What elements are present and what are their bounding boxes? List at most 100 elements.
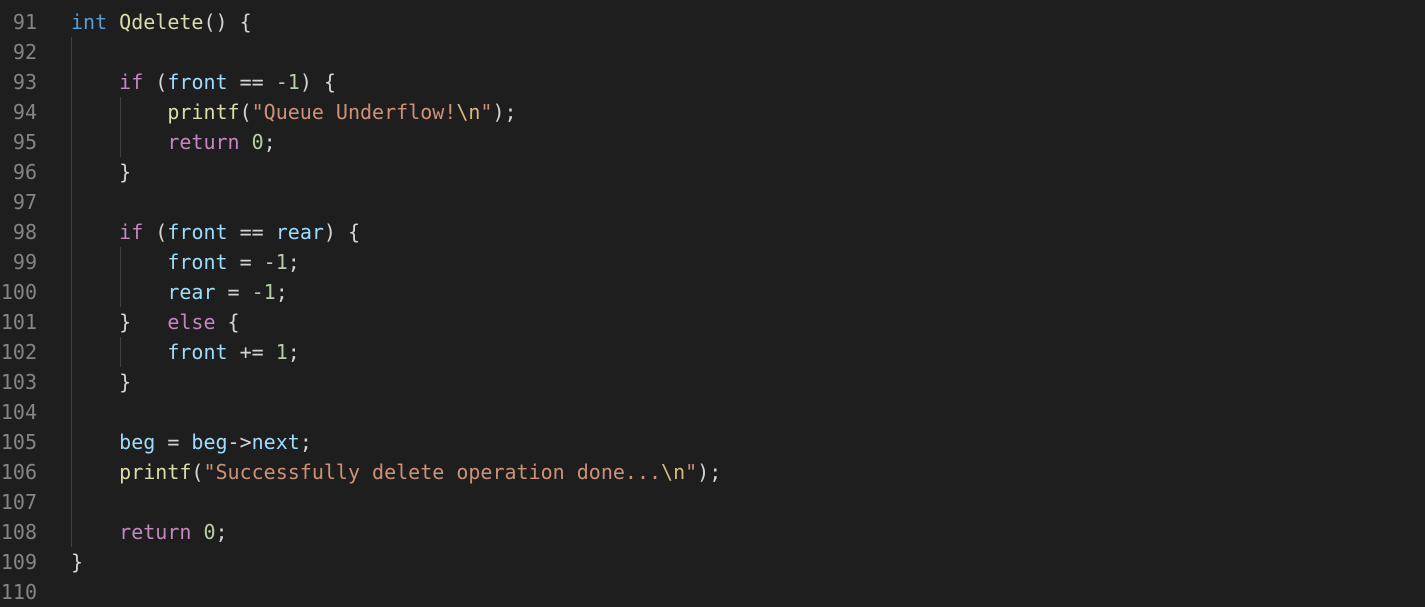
code-line[interactable]: 93 if (front == -1) { [0, 67, 1425, 97]
line-number: 93 [12, 70, 37, 94]
line-number: 92 [12, 40, 37, 64]
code-token: front [167, 220, 228, 244]
code-text: } else { [71, 307, 240, 337]
code-line[interactable]: 100 rear = -1; [0, 277, 1425, 307]
code-line[interactable]: 104 [0, 397, 1425, 427]
line-number: 103 [0, 370, 37, 394]
code-token: () { [203, 10, 252, 34]
code-token: } [119, 370, 132, 394]
code-line[interactable]: 110 [0, 577, 1425, 607]
line-number: 109 [0, 550, 37, 574]
line-number: 100 [0, 280, 37, 304]
code-token: ( [143, 70, 168, 94]
code-token: ; [287, 250, 300, 274]
code-text: printf("Queue Underflow!\n"); [71, 97, 516, 127]
code-token: ) { [323, 220, 361, 244]
line-number: 104 [0, 400, 37, 424]
code-token: { [215, 310, 240, 334]
code-line[interactable]: 91 int Qdelete() { [0, 7, 1425, 37]
code-token: ; [263, 130, 276, 154]
code-token: = [215, 280, 252, 304]
code-token: ; [275, 280, 288, 304]
code-token: ; [287, 340, 300, 364]
code-text: int Qdelete() { [71, 7, 252, 37]
code-token: int [71, 10, 108, 34]
code-token: ; [299, 430, 312, 454]
code-token: } [71, 550, 84, 574]
code-token: -> [227, 430, 252, 454]
code-line[interactable]: 102 front += 1; [0, 337, 1425, 367]
code-token: 0 [251, 130, 264, 154]
code-token: \n [661, 460, 686, 484]
code-token: " [685, 460, 698, 484]
line-number: 107 [0, 490, 37, 514]
code-token: return [119, 520, 192, 544]
code-line[interactable]: 106 printf("Successfully delete operatio… [0, 457, 1425, 487]
line-number: 106 [0, 460, 37, 484]
code-token: rear [167, 280, 216, 304]
line-number: 102 [0, 340, 37, 364]
code-token: ; [215, 520, 228, 544]
code-line[interactable]: 101 } else { [0, 307, 1425, 337]
code-text: printf("Successfully delete operation do… [71, 457, 721, 487]
line-number: 101 [0, 310, 37, 334]
code-token: "Successfully delete operation done... [203, 460, 662, 484]
line-number: 99 [12, 250, 37, 274]
code-token: ( [191, 460, 204, 484]
code-line[interactable]: 109} [0, 547, 1425, 577]
code-line[interactable]: 96 } [0, 157, 1425, 187]
code-token: front [167, 340, 228, 364]
code-text: front = -1; [71, 247, 300, 277]
code-line[interactable]: 108 return 0; [0, 517, 1425, 547]
code-token: return [167, 130, 240, 154]
code-token: if [119, 70, 144, 94]
line-number: 97 [12, 190, 37, 214]
line-number: 108 [0, 520, 37, 544]
code-token: beg [191, 430, 228, 454]
code-text: return 0; [71, 127, 276, 157]
code-token: "Queue Underflow! [251, 100, 457, 124]
code-line[interactable]: 107 [0, 487, 1425, 517]
indent-guide [71, 37, 72, 67]
code-line[interactable]: 97 [0, 187, 1425, 217]
code-token: -1 [263, 250, 288, 274]
line-number: 94 [12, 100, 37, 124]
code-token: else [167, 310, 216, 334]
code-token: == [227, 70, 276, 94]
code-text: return 0; [71, 517, 228, 547]
code-text: } [71, 157, 131, 187]
code-line[interactable]: 98 if (front == rear) { [0, 217, 1425, 247]
code-line[interactable]: 92 [0, 37, 1425, 67]
code-token: -1 [251, 280, 276, 304]
code-token: ) { [299, 70, 336, 94]
code-line[interactable]: 94 printf("Queue Underflow!\n"); [0, 97, 1425, 127]
code-token: ( [143, 220, 168, 244]
code-token: printf [119, 460, 192, 484]
code-token: == [227, 220, 276, 244]
line-number: 91 [12, 10, 37, 34]
code-line[interactable]: 95 return 0; [0, 127, 1425, 157]
code-text: front += 1; [71, 337, 300, 367]
code-token: 1 [275, 340, 288, 364]
code-editor[interactable]: 91 int Qdelete() {92 93 if (front == -1) {… [0, 7, 1425, 607]
indent-guide [71, 187, 72, 217]
code-token: ); [697, 460, 722, 484]
code-token: printf [167, 100, 240, 124]
code-text: beg = beg->next; [71, 427, 312, 457]
code-line[interactable]: 103 } [0, 367, 1425, 397]
indent-guide [71, 487, 72, 517]
code-token: ( [239, 100, 252, 124]
code-line[interactable]: 105 beg = beg->next; [0, 427, 1425, 457]
code-text: } [71, 367, 131, 397]
code-line[interactable]: 99 front = -1; [0, 247, 1425, 277]
